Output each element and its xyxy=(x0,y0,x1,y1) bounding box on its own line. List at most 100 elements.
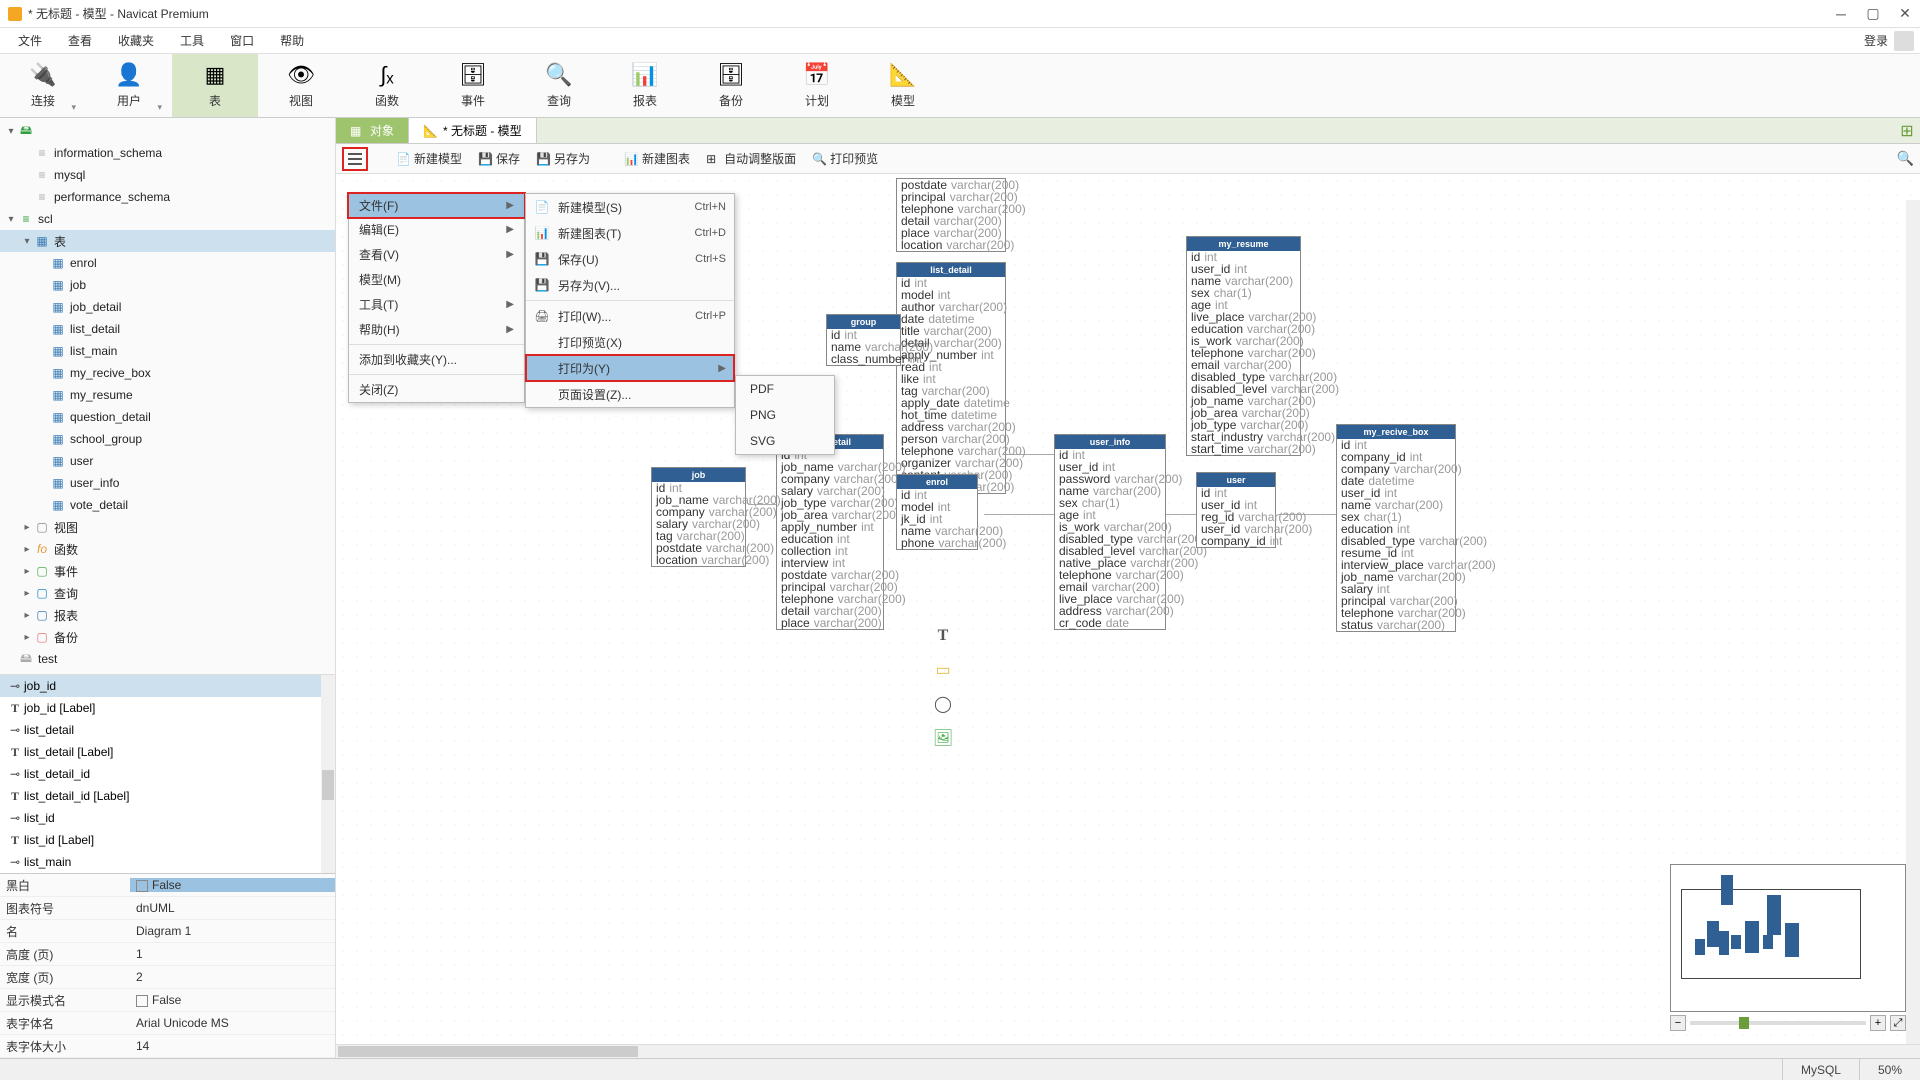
search-icon[interactable]: 🔍 xyxy=(1897,150,1914,167)
object-item[interactable]: ⊸list_detail xyxy=(0,719,335,741)
menu-item[interactable]: PDF xyxy=(736,376,834,402)
property-grid[interactable]: 黑白False图表符号dnUML名Diagram 1高度 (页)1宽度 (页)2… xyxy=(0,873,335,1058)
property-row[interactable]: 黑白False xyxy=(0,874,335,897)
tree-item[interactable]: ▦list_main xyxy=(0,340,335,362)
new-chart-button[interactable]: 📊新建图表 xyxy=(618,147,696,170)
erd-table-my_resume[interactable]: my_resumeidintuser_idintnamevarchar(200)… xyxy=(1186,236,1301,456)
tree-item[interactable]: ▦user_info xyxy=(0,472,335,494)
object-item[interactable]: ⊸list_detail_id xyxy=(0,763,335,785)
tree-item[interactable]: ≡information_schema xyxy=(0,142,335,164)
toolbar-函数[interactable]: ∫ₓ函数 xyxy=(344,54,430,117)
zoom-control[interactable]: − + ⤢ xyxy=(1670,1014,1906,1032)
toolbar-查询[interactable]: 🔍查询 xyxy=(516,54,602,117)
tree-item[interactable]: ▸▢查询 xyxy=(0,582,335,604)
navigator-minimap[interactable] xyxy=(1670,864,1906,1012)
scrollbar[interactable] xyxy=(321,675,335,873)
menu-item[interactable]: PNG xyxy=(736,402,834,428)
tree-item[interactable]: ▸fo函数 xyxy=(0,538,335,560)
menu-item[interactable]: 📄新建模型(S)Ctrl+N xyxy=(526,194,734,220)
tree-item[interactable]: ▸▢报表 xyxy=(0,604,335,626)
add-tab-button[interactable]: ⊞ xyxy=(1894,118,1920,143)
tree-item[interactable]: ▾▦表 xyxy=(0,230,335,252)
tree-item[interactable]: ▦job xyxy=(0,274,335,296)
erd-table-job[interactable]: jobidintjob_namevarchar(200)companyvarch… xyxy=(651,467,746,567)
new-model-button[interactable]: 📄新建模型 xyxy=(390,147,468,170)
shape-tool-icon[interactable]: ◯ xyxy=(931,692,955,716)
object-item[interactable]: Tlist_detail_id [Label] xyxy=(0,785,335,807)
auto-layout-button[interactable]: ⊞自动调整版面 xyxy=(700,147,802,170)
tree-item[interactable]: 🖴test xyxy=(0,648,335,670)
hamburger-menu-button[interactable] xyxy=(342,147,368,171)
minimize-button[interactable]: ─ xyxy=(1834,7,1848,21)
maximize-button[interactable]: ▢ xyxy=(1866,7,1880,21)
toolbar-模型[interactable]: 📐模型 xyxy=(860,54,946,117)
object-item[interactable]: ⊸job_id xyxy=(0,675,335,697)
object-item[interactable]: ⊸list_id xyxy=(0,807,335,829)
toolbar-报表[interactable]: 📊报表 xyxy=(602,54,688,117)
menu-item[interactable]: 💾保存(U)Ctrl+S xyxy=(526,246,734,272)
save-as-button[interactable]: 💾另存为 xyxy=(530,147,596,170)
erd-table-enrol[interactable]: enrolidintmodelintjk_idintnamevarchar(20… xyxy=(896,474,978,550)
menu-item[interactable]: 💾另存为(V)... xyxy=(526,272,734,298)
print-as-submenu[interactable]: PDFPNGSVG xyxy=(735,375,835,455)
object-item[interactable]: ⊸list_main xyxy=(0,851,335,873)
tree-item[interactable]: ▦my_recive_box xyxy=(0,362,335,384)
menu-item[interactable]: 🖨打印(W)...Ctrl+P xyxy=(526,303,734,329)
menu-item[interactable]: 关闭(Z) xyxy=(349,377,524,402)
print-preview-button[interactable]: 🔍打印预览 xyxy=(806,147,884,170)
close-button[interactable]: ✕ xyxy=(1898,7,1912,21)
menu-item[interactable]: 添加到收藏夹(Y)... xyxy=(349,347,524,372)
menu-file[interactable]: 文件 xyxy=(6,29,54,52)
property-row[interactable]: 名Diagram 1 xyxy=(0,920,335,943)
toolbar-事件[interactable]: 🗄事件 xyxy=(430,54,516,117)
menu-item[interactable]: 查看(V)▶ xyxy=(349,242,524,267)
avatar-icon[interactable] xyxy=(1894,31,1914,51)
note-tool-icon[interactable]: ▭ xyxy=(931,658,955,682)
save-button[interactable]: 💾保存 xyxy=(472,147,526,170)
erd-table-job_detail[interactable]: job_detailidintjob_namevarchar(200)compa… xyxy=(776,434,884,630)
tree-item[interactable]: ▦list_detail xyxy=(0,318,335,340)
menu-tools[interactable]: 工具 xyxy=(168,29,216,52)
toolbar-视图[interactable]: 👁视图 xyxy=(258,54,344,117)
tree-item[interactable]: ▸▢备份 xyxy=(0,626,335,648)
erd-table-top_stub[interactable]: postdatevarchar(200)principalvarchar(200… xyxy=(896,178,1006,252)
erd-table-user_info[interactable]: user_infoidintuser_idintpasswordvarchar(… xyxy=(1054,434,1166,630)
erd-table-my_recive_box[interactable]: my_recive_boxidintcompany_idintcompanyva… xyxy=(1336,424,1456,632)
object-item[interactable]: Tjob_id [Label] xyxy=(0,697,335,719)
property-row[interactable]: 表字体大小14 xyxy=(0,1035,335,1058)
object-item[interactable]: Tlist_id [Label] xyxy=(0,829,335,851)
menu-item[interactable]: 工具(T)▶ xyxy=(349,292,524,317)
tree-item[interactable]: ≡mysql xyxy=(0,164,335,186)
zoom-out-button[interactable]: − xyxy=(1670,1015,1686,1031)
property-row[interactable]: 显示模式名False xyxy=(0,989,335,1012)
menu-item[interactable]: 📊新建图表(T)Ctrl+D xyxy=(526,220,734,246)
image-tool-icon[interactable]: 🖼 xyxy=(931,726,955,750)
tree-item[interactable]: ▦question_detail xyxy=(0,406,335,428)
toolbar-用户[interactable]: 👤用户▾ xyxy=(86,54,172,117)
checkbox[interactable] xyxy=(136,995,148,1007)
tab-model[interactable]: 📐 * 无标题 - 模型 xyxy=(409,118,537,143)
tree-item[interactable]: ▾🖴 xyxy=(0,120,335,142)
tree-item[interactable]: ▾≡scl xyxy=(0,208,335,230)
tree-item[interactable]: ▸▢视图 xyxy=(0,516,335,538)
toolbar-表[interactable]: ▦表 xyxy=(172,54,258,117)
tree-item[interactable]: ▦job_detail xyxy=(0,296,335,318)
tree-item[interactable]: ▸▢事件 xyxy=(0,560,335,582)
tab-objects[interactable]: ▦ 对象 xyxy=(336,118,409,143)
text-tool-icon[interactable]: T xyxy=(931,624,955,648)
menu-item[interactable]: 模型(M) xyxy=(349,267,524,292)
tree-item[interactable]: ▦vote_detail xyxy=(0,494,335,516)
checkbox[interactable] xyxy=(136,880,148,892)
menu-window[interactable]: 窗口 xyxy=(218,29,266,52)
tree-item[interactable]: ▦enrol xyxy=(0,252,335,274)
zoom-in-button[interactable]: + xyxy=(1870,1015,1886,1031)
property-row[interactable]: 表字体名Arial Unicode MS xyxy=(0,1012,335,1035)
object-list[interactable]: ⊸job_idTjob_id [Label]⊸list_detail Tlist_… xyxy=(0,674,335,873)
erd-table-group[interactable]: groupidintnamevarchar(200)class_numberin… xyxy=(826,314,901,366)
menu-view[interactable]: 查看 xyxy=(56,29,104,52)
canvas-vertical-scrollbar[interactable] xyxy=(1906,200,1920,1044)
toolbar-计划[interactable]: 📅计划 xyxy=(774,54,860,117)
tree-item[interactable]: ▦school_group xyxy=(0,428,335,450)
menu-item[interactable]: 编辑(E)▶ xyxy=(349,217,524,242)
erd-table-user[interactable]: useridintuser_idintreg_idvarchar(200)use… xyxy=(1196,472,1276,548)
